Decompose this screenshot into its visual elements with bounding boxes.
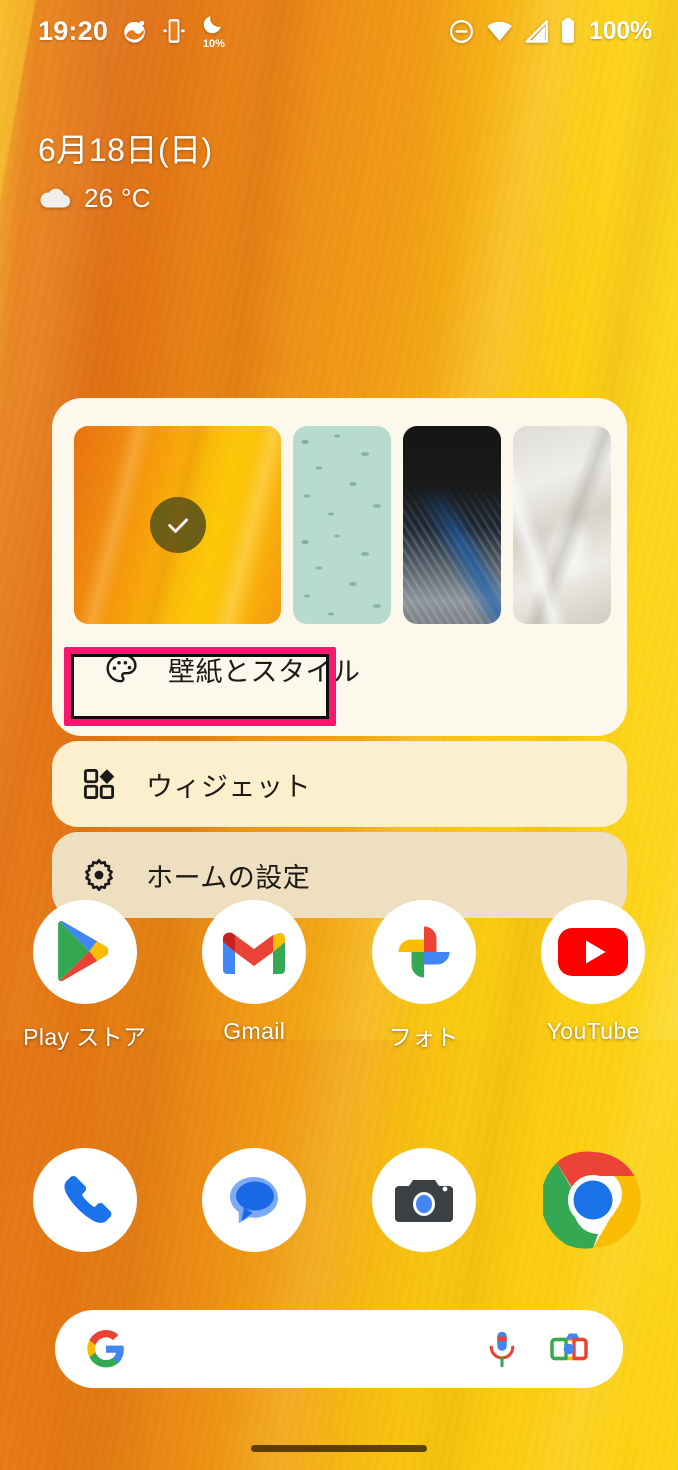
android-home-screen: 19:20 10% 100% 6月18日(日) 26 °C 壁紙とスタイル ウィ… (0, 0, 678, 1470)
cloud-icon (38, 186, 72, 210)
app-play-store[interactable]: Play ストア (0, 900, 170, 1052)
phone-icon (32, 1148, 137, 1252)
microphone-icon[interactable] (485, 1330, 519, 1368)
wifi-icon (486, 20, 513, 42)
status-bar-right: 100% (448, 17, 652, 46)
app-messages[interactable] (170, 1148, 340, 1252)
wallpaper-thumb-mint[interactable] (293, 426, 391, 624)
menu-item-wallpaper-label: 壁紙とスタイル (168, 656, 361, 687)
google-lens-icon[interactable] (549, 1330, 589, 1368)
weather-temperature: 26 °C (84, 182, 151, 213)
app-camera[interactable] (339, 1148, 509, 1252)
status-clock: 19:20 (38, 15, 109, 46)
wallpaper-thumb-orange[interactable] (74, 426, 281, 624)
wallpaper-preview-panel: 壁紙とスタイル (52, 398, 627, 736)
gear-icon (82, 858, 116, 892)
wallpaper-thumbnail-strip (74, 426, 611, 624)
gesture-home-handle[interactable] (251, 1445, 427, 1452)
app-label-gmail: Gmail (223, 1018, 286, 1044)
battery-percent: 100% (588, 16, 652, 45)
menu-item-widgets[interactable]: ウィジェット (52, 741, 627, 827)
app-phone[interactable] (0, 1148, 170, 1252)
date-text: 6月18日(日) (38, 132, 213, 168)
dock-row (0, 1148, 678, 1252)
camera-icon (371, 1148, 476, 1252)
wallpaper-thumb-feather[interactable] (403, 426, 501, 624)
do-not-disturb-icon (448, 18, 475, 45)
cellular-signal-icon (524, 19, 549, 43)
app-gmail[interactable]: Gmail (170, 900, 340, 1052)
youtube-icon (541, 900, 646, 1004)
menu-item-widgets-label: ウィジェット (146, 771, 311, 802)
app-youtube[interactable]: YouTube (509, 900, 678, 1052)
google-photos-icon (371, 900, 476, 1004)
app-chrome[interactable] (509, 1148, 678, 1252)
search-input[interactable] (125, 1310, 485, 1388)
battery-icon (560, 18, 576, 44)
check-icon (167, 518, 188, 533)
home-long-press-popup: 壁紙とスタイル ウィジェット ホームの設定 (52, 398, 627, 918)
play-store-icon (32, 900, 137, 1004)
app-label-photos: フォト (388, 1024, 459, 1050)
menu-item-home-settings-label: ホームの設定 (146, 862, 311, 893)
bedtime-percent: 10% (202, 38, 225, 50)
messages-icon (202, 1148, 307, 1252)
date-weather-widget[interactable]: 6月18日(日) 26 °C (38, 132, 213, 214)
app-row-primary: Play ストア Gmail フォト YouTube (0, 900, 678, 1052)
gmail-icon (202, 900, 307, 1004)
chrome-icon (541, 1148, 645, 1252)
app-label-play-store: Play ストア (23, 1024, 147, 1050)
google-search-bar[interactable] (55, 1310, 623, 1388)
app-photos[interactable]: フォト (339, 900, 509, 1052)
bedtime-moon-icon: 10% (200, 15, 226, 50)
menu-item-wallpaper-and-style[interactable]: 壁紙とスタイル (74, 626, 605, 712)
widgets-icon (82, 767, 116, 801)
status-bar: 19:20 10% 100% (0, 0, 678, 62)
wallpaper-selected-check-badge (149, 497, 206, 553)
screen-cast-icon (161, 17, 187, 45)
app-label-youtube: YouTube (546, 1018, 640, 1044)
photos-icon (121, 18, 148, 45)
palette-icon (104, 652, 138, 686)
google-g-icon (87, 1330, 125, 1368)
wallpaper-thumb-white[interactable] (513, 426, 611, 624)
status-bar-left: 19:20 10% (38, 15, 226, 51)
weather-row: 26 °C (38, 183, 213, 214)
